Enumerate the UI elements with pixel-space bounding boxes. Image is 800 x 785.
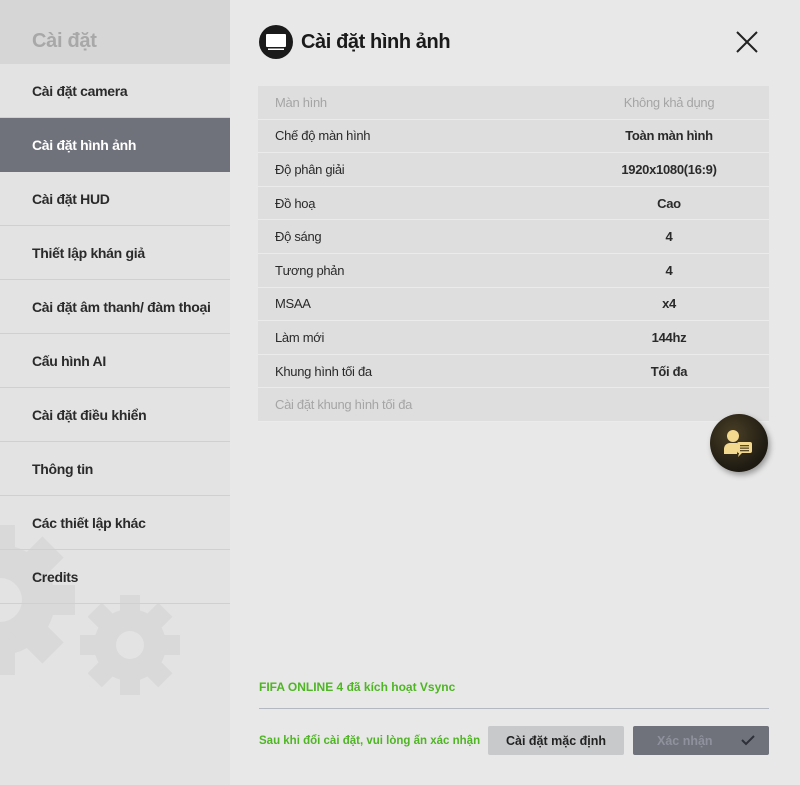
setting-value[interactable]: 144hz xyxy=(569,330,769,345)
sidebar-item-hud[interactable]: Cài đặt HUD xyxy=(0,172,230,226)
setting-value[interactable]: x4 xyxy=(569,296,769,311)
sidebar-item-controls[interactable]: Cài đặt điều khiển xyxy=(0,388,230,442)
close-icon[interactable] xyxy=(735,30,759,54)
setting-value[interactable]: 4 xyxy=(569,263,769,278)
divider xyxy=(259,708,769,709)
sidebar: Cài đặt Cài đặt camera Cài đặt hình ảnh … xyxy=(0,0,230,785)
setting-label: Làm mới xyxy=(275,329,325,345)
setting-row-max-fps-config: Cài đặt khung hình tối đa xyxy=(258,388,769,422)
setting-label: Màn hình xyxy=(275,94,327,110)
confirm-hint: Sau khi đổi cài đặt, vui lòng ấn xác nhậ… xyxy=(259,735,481,747)
user-chat-icon xyxy=(724,430,752,457)
setting-row-graphics[interactable]: Đồ hoạ Cao xyxy=(258,186,769,221)
setting-row-refresh[interactable]: Làm mới 144hz xyxy=(258,321,769,355)
setting-row-contrast[interactable]: Tương phản 4 xyxy=(258,253,769,288)
checkmark-icon xyxy=(741,735,755,746)
setting-label: Tương phản xyxy=(275,262,345,278)
setting-row-resolution[interactable]: Độ phân giải 1920x1080(16:9) xyxy=(258,153,769,187)
setting-label: Cài đặt khung hình tối đa xyxy=(275,397,413,413)
settings-table: Màn hình Không khả dụng Chế độ màn hình To… xyxy=(258,86,769,422)
setting-label: Đồ hoạ xyxy=(275,195,316,211)
default-settings-button[interactable]: Cài đặt mặc định xyxy=(488,726,624,755)
support-chat-button[interactable] xyxy=(710,414,768,472)
setting-row-monitor: Màn hình Không khả dụng xyxy=(258,86,769,120)
gear-decoration-icon xyxy=(80,595,180,695)
default-settings-label: Cài đặt mặc định xyxy=(505,733,607,748)
main-panel: Cài đặt hình ảnh Màn hình Không khả dụng … xyxy=(230,0,800,785)
setting-value[interactable]: 1920x1080(16:9) xyxy=(569,162,769,177)
confirm-button[interactable]: Xác nhận xyxy=(633,726,769,755)
sidebar-item-ai[interactable]: Cấu hình AI xyxy=(0,334,230,388)
setting-value[interactable]: 4 xyxy=(569,229,769,244)
setting-value[interactable]: Cao xyxy=(569,196,769,211)
sidebar-item-camera[interactable]: Cài đặt camera xyxy=(0,64,230,118)
confirm-label: Xác nhận xyxy=(657,733,713,748)
setting-row-brightness[interactable]: Độ sáng 4 xyxy=(258,220,769,254)
setting-row-max-fps[interactable]: Khung hình tối đa Tối đa xyxy=(258,354,769,389)
vsync-notice: FIFA ONLINE 4 đã kích hoạt Vsync xyxy=(259,680,456,694)
sidebar-item-info[interactable]: Thông tin xyxy=(0,442,230,496)
sidebar-item-audio[interactable]: Cài đặt âm thanh/ đàm thoại xyxy=(0,280,230,334)
setting-label: Độ phân giải xyxy=(275,161,345,177)
setting-value: Không khả dụng xyxy=(623,94,715,110)
setting-label: Chế độ màn hình xyxy=(275,128,371,144)
page-title: Cài đặt hình ảnh xyxy=(259,25,451,59)
monitor-icon xyxy=(259,25,293,59)
setting-row-msaa[interactable]: MSAA x4 xyxy=(258,287,769,322)
setting-label: Khung hình tối đa xyxy=(275,363,372,379)
sidebar-item-other[interactable]: Các thiết lập khác xyxy=(0,496,230,550)
setting-value[interactable]: Toàn màn hình xyxy=(569,128,769,143)
page-title-text: Cài đặt hình ảnh xyxy=(301,30,451,53)
sidebar-title: Cài đặt xyxy=(0,0,230,64)
setting-label: Độ sáng xyxy=(275,229,322,245)
sidebar-item-credits[interactable]: Credits xyxy=(0,550,230,604)
setting-value[interactable]: Tối đa xyxy=(569,364,769,379)
sidebar-item-graphics[interactable]: Cài đặt hình ảnh xyxy=(0,118,230,172)
setting-row-display-mode[interactable]: Chế độ màn hình Toàn màn hình xyxy=(258,119,769,154)
sidebar-item-crowd[interactable]: Thiết lập khán giả xyxy=(0,226,230,280)
setting-label: MSAA xyxy=(275,296,311,312)
